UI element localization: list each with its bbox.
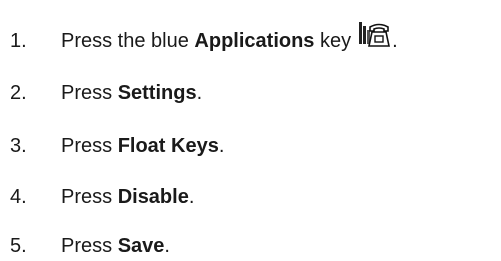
step-text-prefix: Press (61, 186, 118, 208)
step-text-prefix: Press (61, 135, 118, 157)
step-number: 1. (10, 30, 27, 52)
step-key-name: Settings (117, 82, 197, 104)
step-key-name: Applications (194, 30, 315, 52)
step-5: 5. Press Save . (10, 231, 170, 261)
step-4: 4. Press Disable . (10, 182, 194, 212)
step-key-name: Float Keys (117, 135, 219, 157)
step-number: 3. (10, 135, 27, 157)
step-text-prefix: Press (61, 82, 118, 104)
desk-phone-icon (357, 20, 391, 50)
step-key-name: Disable (117, 186, 189, 208)
step-text-suffix: . (196, 82, 203, 104)
step-number: 5. (10, 235, 27, 257)
step-3: 3. Press Float Keys . (10, 131, 224, 161)
step-text-prefix: Press (61, 235, 118, 257)
step-text-end: . (392, 30, 398, 52)
step-number: 4. (10, 186, 27, 208)
instruction-list: 1. Press the blue Applications key . 2. … (0, 0, 501, 259)
step-text-suffix: . (164, 235, 170, 257)
step-1: 1. Press the blue Applications key . (10, 22, 398, 56)
step-text-suffix: key (314, 30, 352, 52)
step-text-prefix: Press the blue (61, 30, 195, 52)
step-text-suffix: . (218, 135, 225, 157)
step-text-suffix: . (188, 186, 195, 208)
step-number: 2. (10, 82, 27, 104)
step-2: 2. Press Settings . (10, 78, 202, 108)
step-key-name: Save (117, 235, 165, 257)
